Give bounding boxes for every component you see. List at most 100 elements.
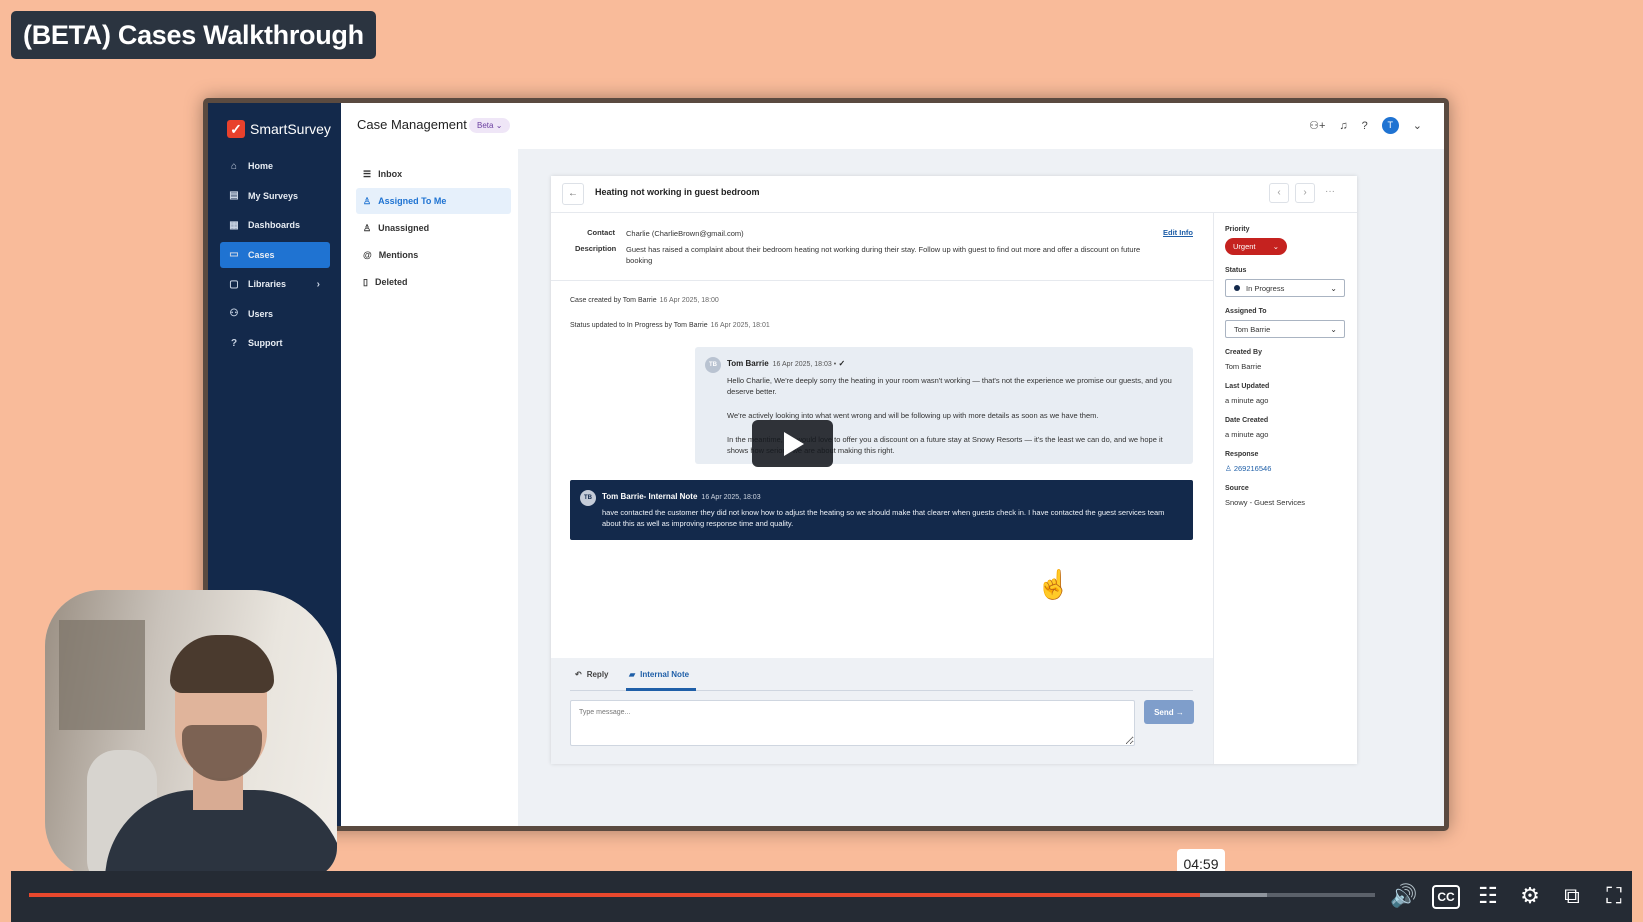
description-value: Guest has raised a complaint about their…	[626, 245, 1141, 265]
video-controls: 🔊 CC ☷ ⚙ ⧉ ⛶	[11, 871, 1632, 922]
cases-submenu: ☰ Inbox ♙ Assigned To Me ♙ Unassigned @ Ment…	[341, 149, 519, 826]
sidebar-item-my-surveys[interactable]: ▤ My Surveys	[220, 183, 330, 209]
sidebar-item-dashboards[interactable]: ▦ Dashboards	[220, 212, 330, 238]
sidebar-item-users[interactable]: ⚇ Users	[220, 301, 330, 327]
add-user-icon[interactable]: ⚇+	[1309, 119, 1325, 132]
last-updated-value: a minute ago	[1225, 396, 1269, 405]
submenu-item-inbox[interactable]: ☰ Inbox	[356, 161, 511, 187]
header-actions: ⚇+ ♫ ? T ⌄	[1309, 117, 1422, 134]
help-icon[interactable]: ?	[1362, 120, 1368, 132]
source-value: Snowy - Guest Services	[1225, 498, 1306, 507]
sidebar-item-libraries[interactable]: ▢ Libraries ›	[220, 271, 330, 297]
check-icon: ✓	[838, 359, 846, 368]
chevron-right-icon: ›	[316, 278, 320, 290]
case-title: Heating not working in guest bedroom	[595, 187, 760, 197]
last-updated-label: Last Updated	[1225, 383, 1270, 390]
date-created-label: Date Created	[1225, 417, 1269, 424]
source-label: Source	[1225, 485, 1249, 492]
contact-label: Contact	[587, 228, 615, 237]
submenu-item-unassigned[interactable]: ♙ Unassigned	[356, 215, 511, 241]
edit-info-link[interactable]: Edit Info	[1163, 228, 1193, 237]
hand-cursor-icon: ☝	[1036, 569, 1071, 600]
message-paragraph: Hello Charlie, We're deeply sorry the he…	[727, 376, 1172, 396]
user-icon: ♙	[363, 195, 372, 206]
brand-logo[interactable]: ✓ SmartSurvey	[227, 116, 331, 142]
volume-icon[interactable]: 🔊	[1387, 881, 1421, 911]
internal-note: TB Tom Barrie- Internal Note 16 Apr 2025,…	[570, 480, 1193, 540]
sidebar-item-support[interactable]: ? Support	[220, 330, 330, 356]
cases-icon: ▭	[229, 249, 239, 260]
dashboard-icon: ▦	[229, 219, 239, 231]
chevron-down-icon: ⌄	[1272, 242, 1279, 251]
previous-case-button[interactable]: ‹	[1269, 183, 1289, 203]
avatar[interactable]: T	[1381, 117, 1399, 134]
played-bar	[29, 893, 1201, 897]
status-label: Status	[1225, 267, 1247, 274]
response-label: Response	[1225, 451, 1259, 458]
case-pager: ‹ › ···	[1269, 183, 1339, 203]
priority-select[interactable]: Urgent ⌄	[1225, 238, 1287, 255]
progress-bar[interactable]	[29, 893, 1375, 897]
play-icon	[784, 432, 804, 456]
chevron-down-icon[interactable]: ⌄	[1413, 119, 1422, 132]
response-link[interactable]: ♙ 269216546	[1225, 464, 1271, 473]
divider	[551, 280, 1213, 281]
bell-icon[interactable]: ♫	[1339, 120, 1347, 132]
avatar: TB	[580, 490, 596, 506]
send-button[interactable]: Send →	[1144, 700, 1194, 724]
trash-icon: ▯	[363, 276, 368, 287]
play-button[interactable]	[752, 420, 833, 467]
compose-area: ↶Reply ▰Internal Note Send →	[551, 658, 1213, 764]
chevron-down-icon: ⌄	[1330, 284, 1337, 293]
priority-label: Priority	[1225, 226, 1250, 233]
top-header: Case Management Beta ⌄ ⚇+ ♫ ? T ⌄	[341, 103, 1444, 150]
more-icon[interactable]: ···	[1321, 183, 1339, 201]
check-logo-icon: ✓	[227, 120, 245, 138]
case-main: Contact Charlie (CharlieBrown@gmail.com)…	[551, 212, 1213, 764]
chevron-down-icon: ⌄	[495, 121, 503, 130]
submenu-item-assigned-to-me[interactable]: ♙ Assigned To Me	[356, 188, 511, 214]
sidebar-item-cases[interactable]: ▭ Cases	[220, 241, 330, 268]
reply-icon: ↶	[575, 670, 582, 679]
webcam-overlay	[45, 590, 337, 878]
settings-gear-icon[interactable]: ⚙	[1513, 881, 1547, 911]
help-icon: ?	[230, 337, 238, 349]
arrow-right-icon: →	[1175, 708, 1184, 717]
assigned-to-select[interactable]: Tom Barrie ⌄	[1225, 320, 1345, 338]
avatar: TB	[705, 357, 721, 373]
folder-icon: ▢	[229, 278, 239, 290]
status-dot	[1234, 285, 1240, 291]
message-header: Tom Barrie 16 Apr 2025, 18:03 • ✓	[727, 359, 846, 368]
fullscreen-icon[interactable]: ⛶	[1597, 881, 1631, 911]
case-details-panel: Priority Urgent ⌄ Status In Progress ⌄ As…	[1213, 212, 1358, 764]
created-by-label: Created By	[1225, 349, 1262, 356]
activity-item: Status updated to In Progress by Tom Bar…	[570, 322, 770, 329]
beta-badge[interactable]: Beta ⌄	[469, 118, 511, 133]
captions-icon[interactable]: CC	[1432, 885, 1460, 909]
list-icon: ☰	[363, 168, 372, 179]
surveys-icon: ▤	[229, 190, 239, 201]
description-label: Description	[575, 244, 617, 253]
submenu-item-deleted[interactable]: ▯ Deleted	[356, 269, 511, 295]
tab-internal-note[interactable]: ▰ Internal Note	[629, 670, 689, 679]
submenu-item-mentions[interactable]: @ Mentions	[356, 242, 511, 268]
created-by-value: Tom Barrie	[1225, 362, 1262, 371]
message-input[interactable]	[570, 700, 1135, 746]
tab-reply[interactable]: ↶ Reply	[575, 670, 609, 679]
note-header: Tom Barrie- Internal Note 16 Apr 2025, 18…	[602, 492, 761, 501]
brand-name: SmartSurvey	[250, 121, 331, 137]
webcam-wall-picture	[59, 620, 145, 730]
status-select[interactable]: In Progress ⌄	[1225, 279, 1345, 297]
active-tab-indicator	[626, 688, 696, 691]
next-case-button[interactable]: ›	[1295, 183, 1315, 203]
chevron-down-icon: ⌄	[1330, 325, 1337, 334]
transcript-icon[interactable]: ☷	[1471, 881, 1505, 911]
back-button[interactable]: ←	[562, 183, 584, 205]
note-body: have contacted the customer they did not…	[602, 508, 1165, 528]
description-row: Description Guest has raised a complaint…	[551, 244, 1213, 268]
case-card: ← Heating not working in guest bedroom ‹…	[551, 176, 1357, 764]
picture-in-picture-icon[interactable]: ⧉	[1555, 881, 1589, 911]
contact-value: Charlie (CharlieBrown@gmail.com)	[626, 229, 744, 238]
sidebar-item-home[interactable]: ⌂ Home	[220, 153, 330, 179]
user-off-icon: ♙	[363, 222, 372, 233]
